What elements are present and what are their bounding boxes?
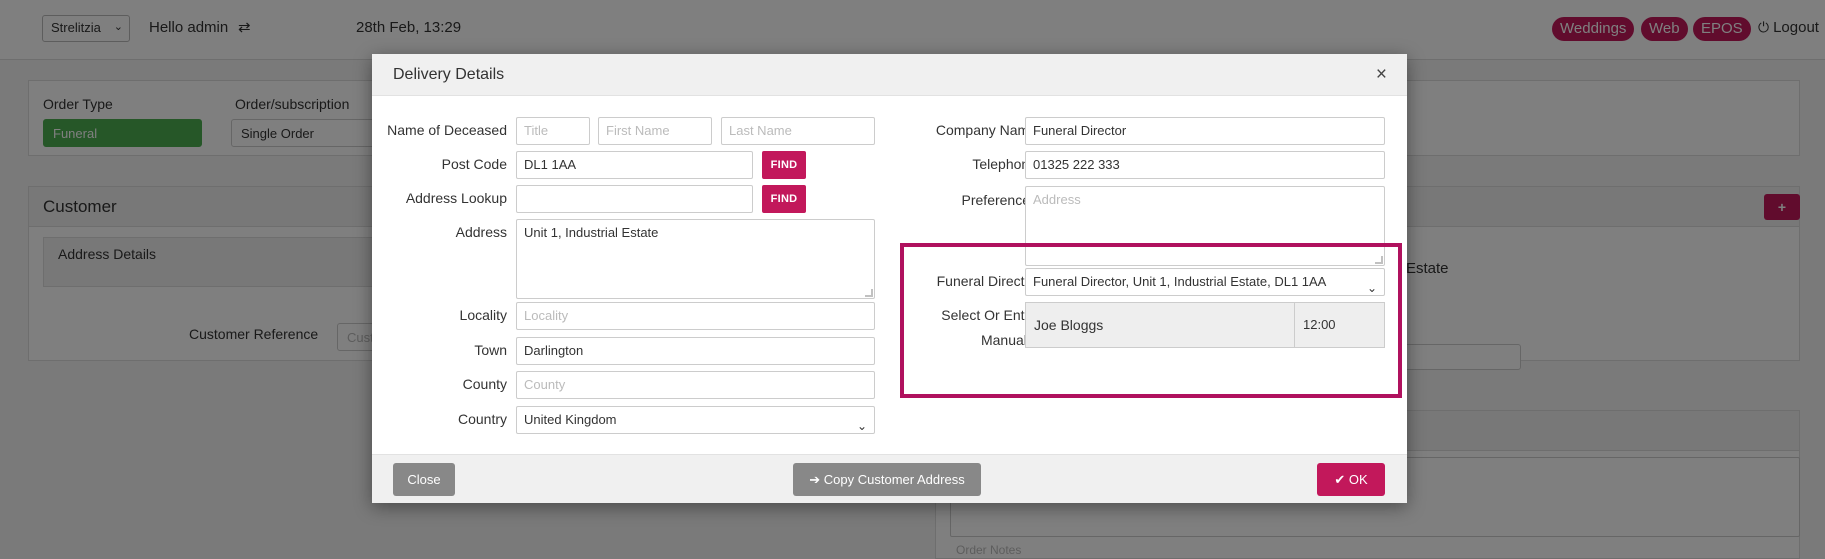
country-label: Country xyxy=(457,411,507,427)
address-lookup-label: Address Lookup xyxy=(405,190,507,206)
address-lookup-input[interactable] xyxy=(516,185,753,213)
post-code-find-button[interactable]: FIND xyxy=(762,151,806,179)
modal-title: Delivery Details xyxy=(393,66,505,83)
town-label: Town xyxy=(474,342,507,358)
locality-input[interactable]: Locality xyxy=(516,302,875,330)
address-lookup-find-button[interactable]: FIND xyxy=(762,185,806,213)
address-value: Unit 1, Industrial Estate xyxy=(524,225,659,240)
company-name-label: Company Name xyxy=(935,122,1037,138)
deceased-last-name-input[interactable]: Last Name xyxy=(721,117,875,145)
telephone-label: Telephone xyxy=(972,156,1037,172)
county-label: County xyxy=(462,376,507,392)
deceased-title-input[interactable]: Title xyxy=(516,117,590,145)
deceased-first-name-input[interactable]: First Name xyxy=(598,117,712,145)
check-icon: ✔ xyxy=(1334,472,1349,487)
post-code-input[interactable]: DL1 1AA xyxy=(516,151,753,179)
resize-grip-icon[interactable] xyxy=(865,289,873,297)
county-input[interactable]: County xyxy=(516,371,875,399)
modal-footer: Close ➔ Copy Customer Address ✔ OK xyxy=(372,454,1407,503)
ok-label: OK xyxy=(1348,472,1368,487)
town-input[interactable]: Darlington xyxy=(516,337,875,365)
preferences-label: Preferences xyxy=(961,192,1037,208)
close-icon[interactable]: × xyxy=(1376,64,1387,86)
locality-label: Locality xyxy=(459,307,507,323)
highlight-annotation xyxy=(900,243,1402,398)
address-textarea[interactable]: Unit 1, Industrial Estate xyxy=(516,219,875,299)
chevron-down-icon: ⌄ xyxy=(856,419,867,433)
telephone-input[interactable]: 01325 222 333 xyxy=(1025,151,1385,179)
company-name-input[interactable]: Funeral Director xyxy=(1025,117,1385,145)
address-label: Address xyxy=(455,224,507,240)
name-of-deceased-label: Name of Deceased xyxy=(387,122,507,138)
ok-button[interactable]: ✔ OK xyxy=(1317,463,1385,496)
modal-header: Delivery Details × xyxy=(372,54,1407,96)
post-code-label: Post Code xyxy=(441,156,507,172)
close-button[interactable]: Close xyxy=(393,463,455,496)
arrow-right-icon: ➔ xyxy=(809,472,824,487)
country-select[interactable]: United Kingdom ⌄ xyxy=(516,406,875,434)
copy-customer-address-label: Copy Customer Address xyxy=(823,472,965,487)
country-value: United Kingdom xyxy=(524,412,617,427)
preferences-placeholder: Address xyxy=(1033,192,1081,207)
copy-customer-address-button[interactable]: ➔ Copy Customer Address xyxy=(793,463,981,496)
